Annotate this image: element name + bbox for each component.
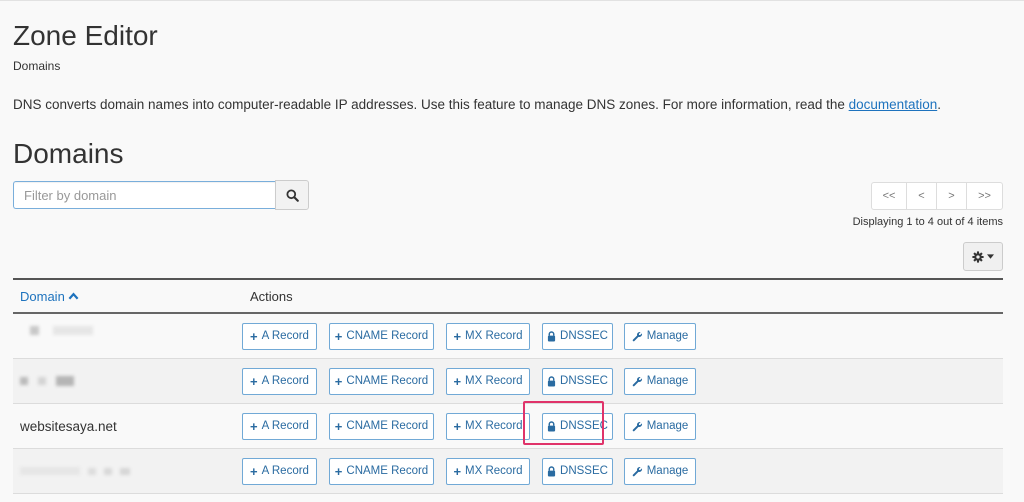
- add-mx-record-button[interactable]: + MX Record: [446, 412, 530, 440]
- plus-icon: +: [250, 418, 258, 434]
- row-actions: + A Record + CNAME Record + MX Record DNSSE…: [242, 367, 708, 395]
- cname-record-label: CNAME Record: [346, 375, 429, 387]
- settings-dropdown-button[interactable]: [963, 242, 1003, 271]
- add-a-record-button[interactable]: + A Record: [242, 412, 317, 440]
- section-title: Domains: [13, 138, 124, 169]
- cname-record-label: CNAME Record: [346, 330, 429, 342]
- next-page-button[interactable]: >: [937, 182, 967, 210]
- add-cname-record-button[interactable]: + CNAME Record: [329, 412, 434, 440]
- add-a-record-button[interactable]: + A Record: [242, 322, 317, 350]
- mx-record-label: MX Record: [465, 330, 523, 342]
- page-title: Zone Editor: [13, 20, 158, 51]
- domain-cell: [13, 376, 242, 386]
- table-row: + A Record + CNAME Record + MX Record DNSSE…: [13, 359, 1003, 404]
- add-mx-record-button[interactable]: + MX Record: [446, 367, 530, 395]
- a-record-label: A Record: [261, 330, 309, 342]
- domain-cell: [13, 467, 242, 475]
- dnssec-highlight-box: [523, 401, 604, 445]
- caret-down-icon: [987, 254, 994, 259]
- top-border: [0, 0, 1024, 1]
- plus-icon: +: [250, 463, 258, 479]
- dnssec-button[interactable]: DNSSEC: [542, 322, 613, 350]
- pagination-status: Displaying 1 to 4 out of 4 items: [852, 216, 1003, 228]
- manage-button[interactable]: Manage: [624, 367, 696, 395]
- redacted-domain: [20, 467, 130, 475]
- lock-icon: [547, 330, 556, 341]
- chevron-up-icon: [68, 292, 79, 300]
- lock-icon: [547, 375, 556, 386]
- first-page-button[interactable]: <<: [871, 182, 907, 210]
- manage-label: Manage: [646, 420, 689, 432]
- description-text: DNS converts domain names into computer-…: [13, 97, 849, 112]
- manage-label: Manage: [646, 465, 689, 477]
- search-icon: [285, 188, 299, 202]
- search-button[interactable]: [275, 180, 309, 210]
- add-mx-record-button[interactable]: + MX Record: [446, 457, 530, 485]
- cname-record-label: CNAME Record: [346, 465, 429, 477]
- lock-icon: [547, 465, 556, 476]
- table-row: websitesaya.net + A Record + CNAME Record …: [13, 404, 1003, 449]
- a-record-label: A Record: [261, 375, 309, 387]
- plus-icon: +: [453, 373, 462, 389]
- plus-icon: +: [250, 373, 258, 389]
- documentation-link[interactable]: documentation: [849, 97, 938, 112]
- prev-page-button[interactable]: <: [907, 182, 937, 210]
- mx-record-label: MX Record: [465, 375, 523, 387]
- add-cname-record-button[interactable]: + CNAME Record: [329, 367, 434, 395]
- manage-button[interactable]: Manage: [624, 322, 696, 350]
- row-actions: + A Record + CNAME Record + MX Record DNSSE…: [242, 412, 708, 440]
- domain-column-header[interactable]: Domain: [13, 289, 250, 304]
- dnssec-label: DNSSEC: [560, 330, 608, 342]
- last-page-button[interactable]: >>: [967, 182, 1003, 210]
- mx-record-label: MX Record: [465, 420, 523, 432]
- actions-column-header: Actions: [250, 288, 293, 304]
- plus-icon: +: [334, 373, 343, 389]
- table-row: + A Record + CNAME Record + MX Record DNSSE…: [13, 449, 1003, 494]
- description-end: .: [937, 97, 941, 112]
- dnssec-label: DNSSEC: [560, 375, 608, 387]
- domains-table: Domain Actions + A Record + CNAME Record +…: [13, 278, 1003, 494]
- plus-icon: +: [334, 418, 343, 434]
- search-input[interactable]: [13, 181, 275, 209]
- add-a-record-button[interactable]: + A Record: [242, 367, 317, 395]
- breadcrumb: Domains: [13, 59, 61, 73]
- a-record-label: A Record: [261, 465, 309, 477]
- plus-icon: +: [334, 328, 343, 344]
- plus-icon: +: [250, 328, 258, 344]
- row-actions: + A Record + CNAME Record + MX Record DNSSE…: [242, 322, 708, 350]
- domain-cell: websitesaya.net: [20, 418, 117, 434]
- manage-label: Manage: [646, 375, 689, 387]
- redacted-domain: [30, 325, 93, 335]
- mx-record-label: MX Record: [465, 465, 523, 477]
- dnssec-label: DNSSEC: [560, 465, 608, 477]
- add-cname-record-button[interactable]: + CNAME Record: [329, 322, 434, 350]
- pagination: << < > >>: [871, 182, 1003, 210]
- wrench-icon: [632, 466, 642, 476]
- plus-icon: +: [334, 463, 343, 479]
- redacted-domain: [20, 376, 74, 386]
- plus-icon: +: [453, 328, 462, 344]
- cname-record-label: CNAME Record: [346, 420, 429, 432]
- domain-header-label: Domain: [20, 288, 65, 304]
- manage-label: Manage: [646, 330, 689, 342]
- row-actions: + A Record + CNAME Record + MX Record DNSSE…: [242, 457, 708, 485]
- wrench-icon: [632, 376, 642, 386]
- manage-button[interactable]: Manage: [624, 457, 696, 485]
- wrench-icon: [632, 421, 642, 431]
- a-record-label: A Record: [261, 420, 309, 432]
- add-a-record-button[interactable]: + A Record: [242, 457, 317, 485]
- dnssec-button[interactable]: DNSSEC: [542, 457, 613, 485]
- plus-icon: +: [453, 418, 462, 434]
- add-mx-record-button[interactable]: + MX Record: [446, 322, 530, 350]
- table-row: + A Record + CNAME Record + MX Record DNSSE…: [13, 314, 1003, 359]
- wrench-icon: [632, 331, 642, 341]
- dnssec-button[interactable]: DNSSEC: [542, 367, 613, 395]
- table-header: Domain Actions: [13, 278, 1003, 314]
- add-cname-record-button[interactable]: + CNAME Record: [329, 457, 434, 485]
- manage-button[interactable]: Manage: [624, 412, 696, 440]
- page-description: DNS converts domain names into computer-…: [13, 97, 941, 112]
- search-bar: [13, 180, 309, 210]
- gear-icon: [972, 250, 984, 263]
- plus-icon: +: [453, 463, 462, 479]
